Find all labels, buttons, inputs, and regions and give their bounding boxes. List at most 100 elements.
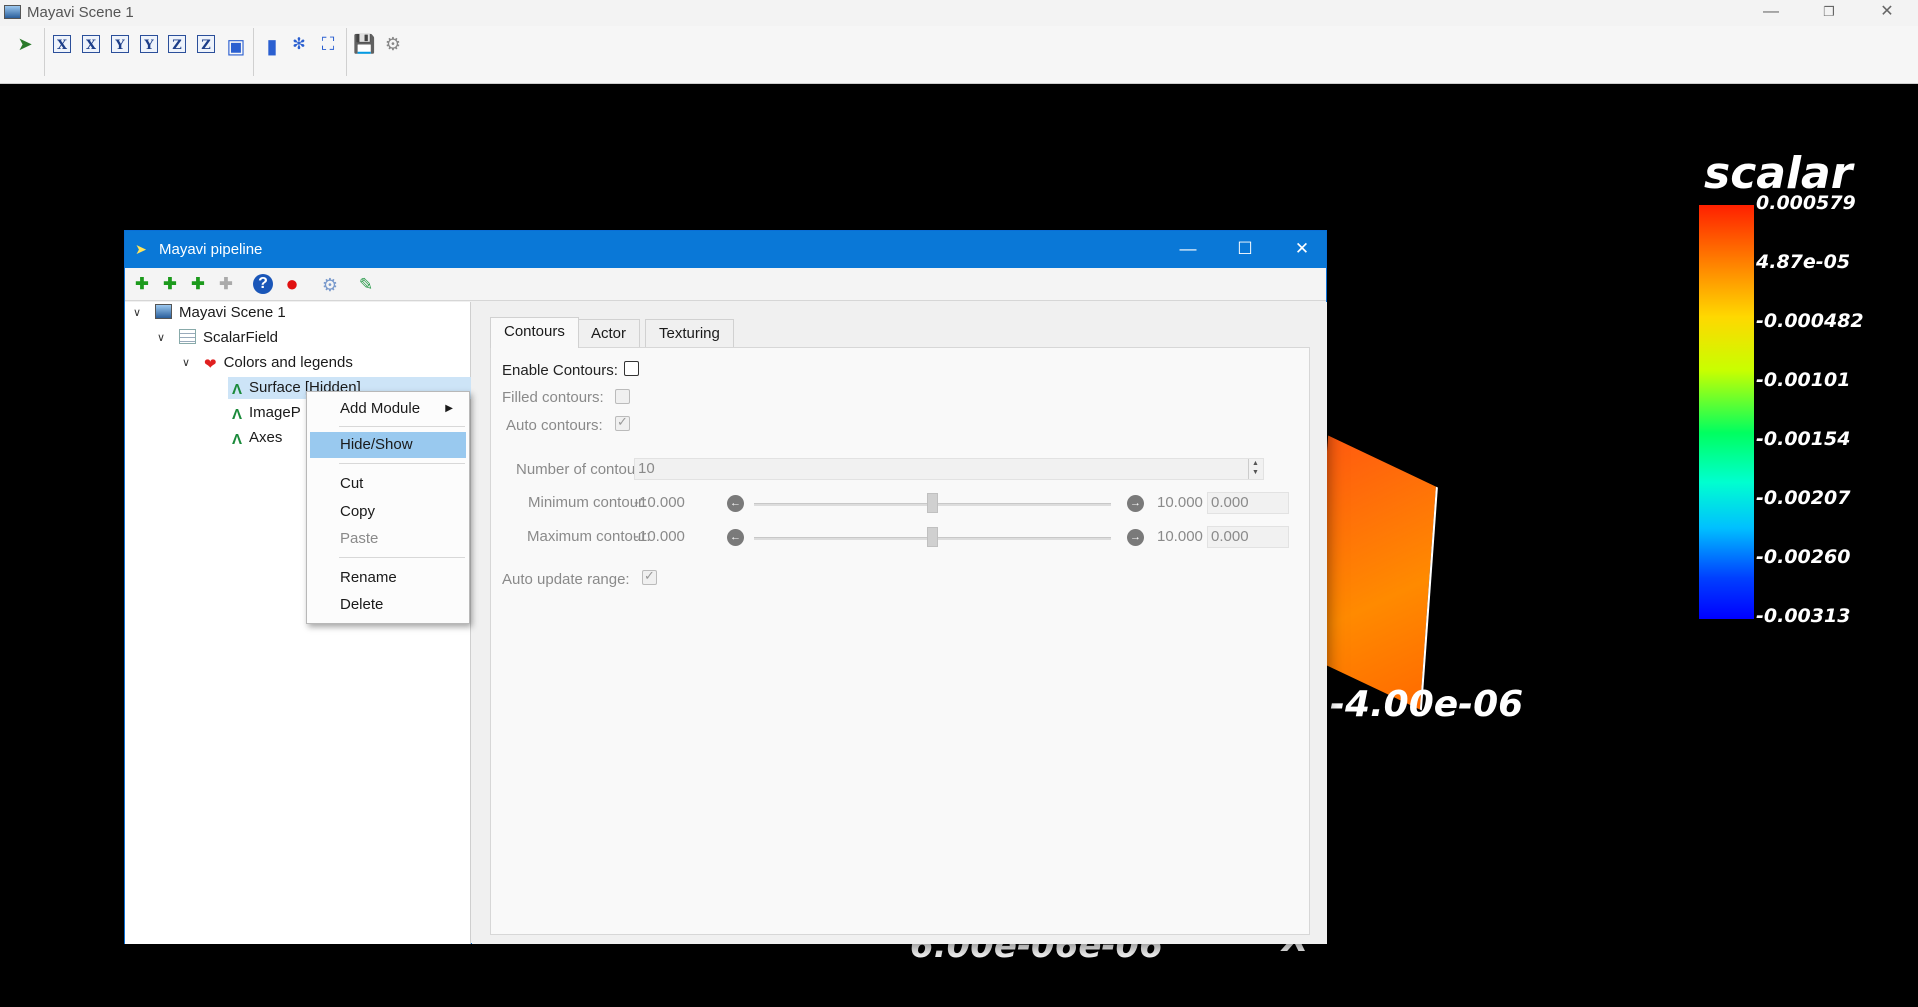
colorbar-label: -0.00154 [1756, 428, 1851, 450]
add-module-manager-icon[interactable]: ✚ [215, 274, 237, 296]
colorbar-label: -0.00260 [1756, 546, 1851, 568]
maximum-high-value: 10.000 [1157, 528, 1203, 545]
colorbar-label: -0.00101 [1756, 369, 1851, 391]
submenu-arrow-icon: ▶ [445, 403, 453, 414]
menu-item-copy[interactable]: Copy [310, 499, 466, 525]
colorbar-label: -0.00313 [1756, 605, 1851, 627]
tab-texturing[interactable]: Texturing [645, 319, 734, 347]
auto-contours-label: Auto contours: [506, 417, 603, 434]
maximum-low-value: -10.000 [634, 528, 685, 545]
full-screen-icon[interactable]: ⛶ [317, 34, 339, 56]
arrow-right-icon[interactable]: → [1127, 495, 1144, 512]
mayavi-pipeline-icon[interactable]: ➤ [14, 34, 36, 56]
menu-item-paste: Paste [340, 530, 379, 547]
pipeline-dialog: ➤ Mayavi pipeline — ☐ ✕ ✚ ✚ ✚ ✚ ? ● ⚙ ✎ … [124, 230, 1327, 944]
main-title-bar: Mayavi Scene 1 — ❐ ✕ [0, 0, 1918, 26]
close-button[interactable]: ✕ [1273, 231, 1331, 268]
add-module-icon[interactable]: ✚ [187, 274, 209, 296]
auto-update-range-checkbox[interactable] [642, 568, 657, 585]
settings-gear-icon[interactable]: ⚙ [319, 274, 341, 296]
view-x-minus-button[interactable]: X [53, 35, 71, 53]
minimum-low-value: -10.000 [634, 494, 685, 511]
module-icon: Λ [232, 406, 243, 423]
pipeline-title-bar[interactable]: ➤ Mayavi pipeline — ☐ ✕ [125, 231, 1326, 268]
view-y-plus-button[interactable]: Y [140, 35, 158, 53]
arrow-left-icon[interactable]: ← [727, 529, 744, 546]
filled-contours-label: Filled contours: [502, 389, 604, 406]
minimize-button[interactable]: — [1748, 0, 1794, 26]
minimum-contour-label: Minimum contour: [528, 494, 648, 511]
edit-properties-icon[interactable]: ✎ [355, 274, 377, 296]
close-button[interactable]: ✕ [1864, 0, 1910, 26]
colorbar [1699, 205, 1754, 619]
maximum-contour-label: Maximum contour: [527, 528, 651, 545]
tab-contours[interactable]: Contours [490, 317, 579, 348]
app-icon [4, 5, 21, 19]
menu-item-label: Add Module [340, 400, 421, 417]
colorbar-label: 4.87e-05 [1756, 251, 1851, 273]
axes-indicator-icon[interactable]: ✻ [288, 34, 310, 56]
menu-item-hide-show[interactable]: Hide/Show [310, 432, 466, 458]
spin-buttons[interactable]: ▲ ▼ [1248, 459, 1262, 479]
chevron-down-icon[interactable]: ∨ [133, 302, 141, 324]
tree-item-image[interactable]: Λ ImageP [232, 402, 301, 424]
module-icon: Λ [232, 431, 243, 448]
maximize-button[interactable]: ☐ [1216, 231, 1274, 268]
configure-gear-icon[interactable]: ⚙ [382, 34, 404, 56]
arrow-right-icon[interactable]: → [1127, 529, 1144, 546]
scene-toolbar: ➤ X X Y Y Z Z ▣ ▮ ✻ ⛶ 💾 ⚙ [0, 26, 1918, 84]
tree-item-label: Axes [249, 429, 283, 446]
tree-item-label: Mayavi Scene 1 [179, 304, 286, 321]
number-of-contours-label: Number of contours: [516, 461, 652, 478]
view-y-minus-button[interactable]: Y [111, 35, 129, 53]
maximum-contour-input[interactable]: 0.000 [1207, 526, 1289, 548]
tree-item-label: ImageP [249, 404, 301, 421]
save-icon[interactable]: 💾 [353, 34, 375, 56]
pipeline-title: Mayavi pipeline [159, 241, 263, 258]
tree-item-label: ScalarField [203, 329, 279, 346]
colorbar-label: -0.00207 [1756, 487, 1851, 509]
arrow-left-icon[interactable]: ← [727, 495, 744, 512]
minimum-contour-input[interactable]: 0.000 [1207, 492, 1289, 514]
restore-button[interactable]: ❐ [1806, 0, 1852, 26]
filled-contours-checkbox[interactable] [615, 389, 630, 404]
auto-update-range-label: Auto update range: [502, 571, 630, 588]
number-of-contours-input[interactable]: 10 [634, 458, 1264, 480]
minimize-button[interactable]: — [1159, 231, 1217, 268]
add-filter-icon[interactable]: ✚ [159, 274, 181, 296]
tree-item-label: Colors and legends [223, 354, 353, 371]
mayavi-logo-icon: ➤ [135, 241, 147, 257]
parallel-projection-icon[interactable]: ▮ [261, 34, 283, 58]
add-data-source-icon[interactable]: ✚ [131, 274, 153, 296]
context-menu: Add Module ▶ Hide/Show Cut Copy Paste Re… [306, 391, 470, 624]
colorbar-label: 0.000579 [1756, 192, 1856, 214]
enable-contours-label: Enable Contours: [502, 362, 618, 379]
isometric-view-cube-icon[interactable]: ▣ [225, 34, 247, 58]
menu-item-cut[interactable]: Cut [310, 471, 466, 497]
view-x-plus-button[interactable]: X [82, 35, 100, 53]
auto-contours-checkbox[interactable] [615, 414, 630, 431]
record-icon[interactable]: ● [281, 273, 303, 296]
chevron-down-icon[interactable]: ∨ [182, 352, 190, 374]
minimum-high-value: 10.000 [1157, 494, 1203, 511]
colorbar-label: -0.000482 [1756, 310, 1864, 332]
contours-tab-panel: Enable Contours: Filled contours: Auto c… [490, 347, 1310, 935]
tree-item-axes[interactable]: Λ Axes [232, 427, 282, 449]
enable-contours-checkbox[interactable] [624, 361, 639, 376]
view-z-minus-button[interactable]: Z [168, 35, 186, 53]
chevron-down-icon[interactable]: ∨ [157, 327, 165, 349]
slider-thumb[interactable] [927, 527, 938, 547]
table-icon [179, 329, 196, 344]
menu-item-rename[interactable]: Rename [310, 565, 466, 591]
menu-item-delete[interactable]: Delete [310, 592, 466, 618]
pipeline-toolbar: ✚ ✚ ✚ ✚ ? ● ⚙ ✎ [125, 268, 1326, 301]
view-z-plus-button[interactable]: Z [197, 35, 215, 53]
slider-thumb[interactable] [927, 493, 938, 513]
help-icon[interactable]: ? [253, 274, 273, 294]
scene-icon [155, 304, 172, 319]
menu-item-add-module[interactable]: Add Module ▶ [310, 396, 466, 422]
tab-actor[interactable]: Actor [577, 319, 641, 347]
window-title: Mayavi Scene 1 [27, 4, 134, 21]
module-icon: Λ [232, 381, 243, 398]
colors-legend-icon: ❤ [204, 356, 217, 373]
